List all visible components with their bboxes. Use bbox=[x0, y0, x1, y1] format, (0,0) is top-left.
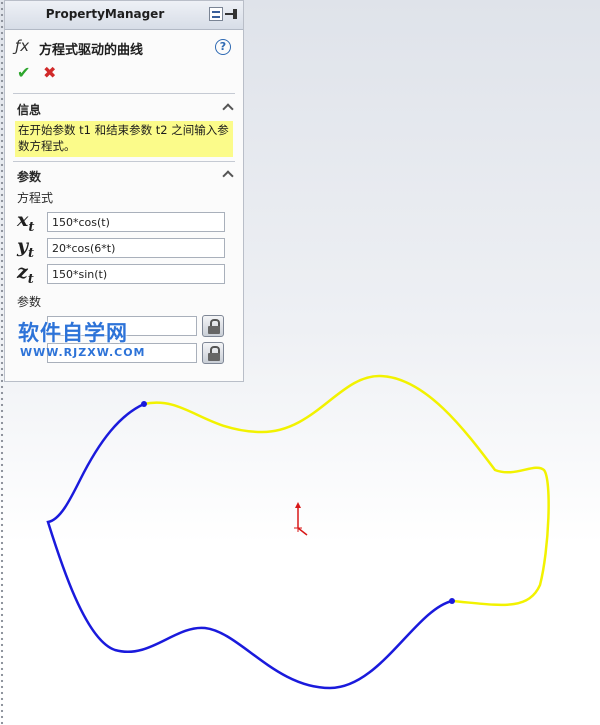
params-label: 参数 bbox=[17, 295, 42, 309]
feature-name: 方程式驱动的曲线 bbox=[39, 43, 144, 58]
help-icon[interactable]: ? bbox=[215, 39, 231, 55]
panel-header: PropertyManager bbox=[5, 1, 243, 30]
x-equation-input[interactable]: 150*cos(t) bbox=[47, 212, 225, 232]
equations-label: 方程式 bbox=[17, 191, 54, 205]
pin-icon[interactable] bbox=[225, 7, 239, 21]
ok-button[interactable]: ✔ bbox=[17, 63, 30, 82]
params-collapse-chevron-icon[interactable] bbox=[223, 169, 233, 179]
info-message: 在开始参数 t1 和结束参数 t2 之间输入参数方程式。 bbox=[15, 121, 233, 157]
curve-yellow-segment[interactable] bbox=[143, 374, 550, 607]
watermark-text: 软件自学网 bbox=[18, 321, 128, 345]
curve-endpoint-start[interactable] bbox=[141, 401, 147, 407]
t2-lock-icon[interactable] bbox=[202, 342, 224, 364]
z-equation-symbol: zt bbox=[17, 261, 34, 287]
curve-selected-blue-segment[interactable] bbox=[46, 402, 453, 690]
equation-curve-icon: ƒx bbox=[15, 37, 30, 55]
y-equation-symbol: yt bbox=[17, 235, 35, 261]
curve-endpoint-end[interactable] bbox=[449, 598, 455, 604]
origin-triad-icon bbox=[294, 502, 308, 536]
info-section-title: 信息 bbox=[17, 103, 42, 117]
z-equation-input[interactable]: 150*sin(t) bbox=[47, 264, 225, 284]
params-section-title: 参数 bbox=[17, 170, 42, 184]
t1-lock-icon[interactable] bbox=[202, 315, 224, 337]
y-equation-input[interactable]: 20*cos(6*t) bbox=[47, 238, 225, 258]
feature-title-row: ƒx 方程式驱动的曲线 ? bbox=[13, 37, 235, 58]
cancel-button[interactable]: ✖ bbox=[43, 63, 56, 82]
panel-menu-icon[interactable] bbox=[209, 7, 223, 21]
info-collapse-chevron-icon[interactable] bbox=[223, 102, 233, 112]
panel-title: PropertyManager bbox=[45, 7, 165, 21]
divider bbox=[13, 161, 235, 162]
x-equation-symbol: xt bbox=[17, 209, 35, 235]
watermark-url: WWW.RJZXW.COM bbox=[20, 346, 146, 359]
divider bbox=[13, 93, 235, 94]
